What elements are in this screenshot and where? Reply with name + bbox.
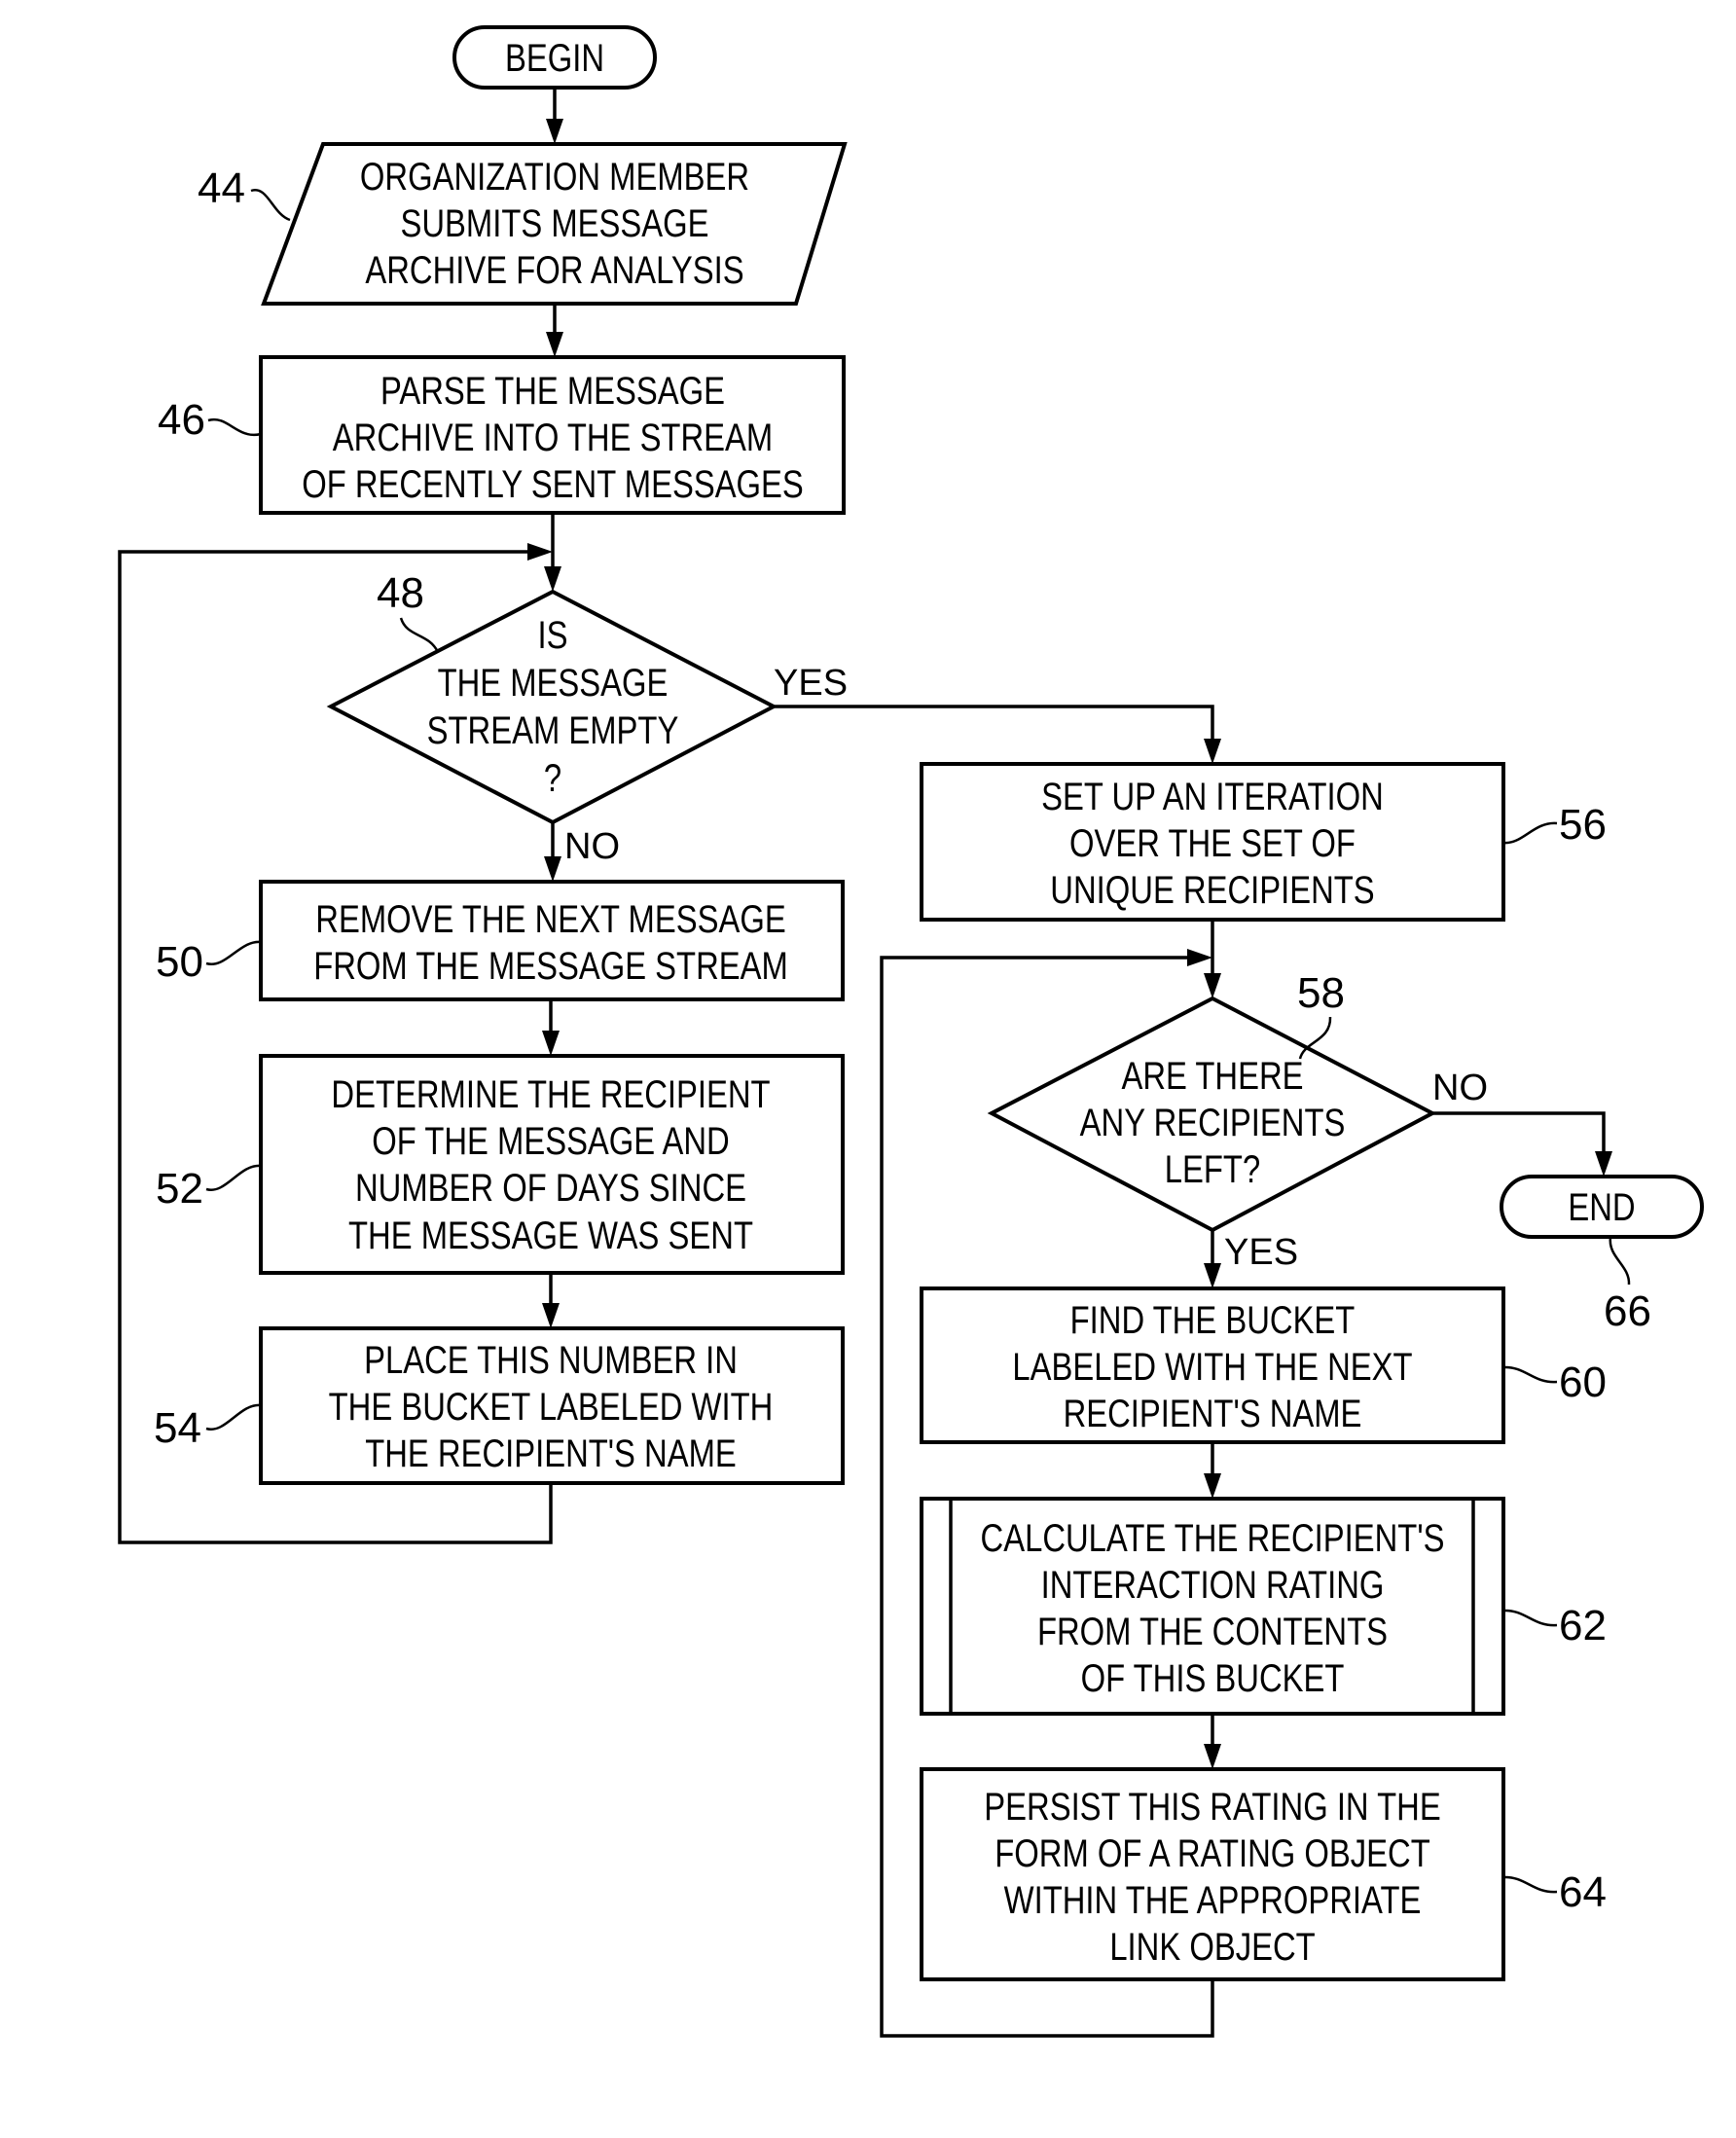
leader-46 bbox=[207, 417, 262, 437]
step-54-line: PLACE THIS NUMBER IN bbox=[364, 1338, 738, 1382]
step-56-line: OVER THE SET OF bbox=[1069, 821, 1356, 865]
step-44-input: ORGANIZATION MEMBER SUBMITS MESSAGE ARCH… bbox=[198, 142, 848, 306]
step-44-line: SUBMITS MESSAGE bbox=[400, 201, 708, 245]
ref-58: 58 bbox=[1297, 969, 1345, 1017]
branch-no-58: NO bbox=[1432, 1068, 1488, 1108]
step-64-line: LINK OBJECT bbox=[1109, 1925, 1315, 1969]
step-60-line: FIND THE BUCKET bbox=[1070, 1298, 1356, 1342]
leader-66 bbox=[1609, 1236, 1631, 1286]
begin-terminal: BEGIN bbox=[452, 25, 657, 90]
ref-66: 66 bbox=[1604, 1287, 1651, 1335]
branch-no-48: NO bbox=[564, 826, 620, 867]
arrow-head bbox=[546, 332, 563, 357]
step-60-line: RECIPIENT'S NAME bbox=[1064, 1392, 1362, 1435]
arrow-head bbox=[1204, 1744, 1221, 1769]
arrow-head bbox=[1595, 1151, 1612, 1177]
decision-58-line: ARE THERE bbox=[1121, 1054, 1303, 1098]
ref-54: 54 bbox=[154, 1404, 201, 1452]
leader-52 bbox=[205, 1164, 262, 1191]
step-46-line: ARCHIVE INTO THE STREAM bbox=[333, 416, 773, 459]
step-54-process: PLACE THIS NUMBER IN THE BUCKET LABELED … bbox=[154, 1326, 845, 1485]
step-60-line: LABELED WITH THE NEXT bbox=[1012, 1345, 1412, 1389]
ref-56: 56 bbox=[1559, 801, 1607, 849]
step-54-line: THE RECIPIENT'S NAME bbox=[365, 1431, 737, 1475]
leader-50 bbox=[205, 940, 262, 966]
arrow-head bbox=[1204, 739, 1221, 764]
end-terminal: END 66 bbox=[1500, 1175, 1704, 1335]
leader-44 bbox=[250, 189, 291, 222]
step-52-line: OF THE MESSAGE AND bbox=[372, 1119, 729, 1163]
leader-60 bbox=[1502, 1365, 1558, 1384]
step-52-process: DETERMINE THE RECIPIENT OF THE MESSAGE A… bbox=[156, 1054, 845, 1275]
decision-48-line: IS bbox=[538, 613, 568, 657]
connector-58-end bbox=[1432, 1111, 1606, 1170]
step-64-process: PERSIST THIS RATING IN THE FORM OF A RAT… bbox=[920, 1767, 1607, 1981]
arrow-head bbox=[527, 543, 553, 561]
decision-58-line: ANY RECIPIENTS bbox=[1080, 1101, 1346, 1144]
arrow-head bbox=[546, 119, 563, 144]
step-46-line: OF RECENTLY SENT MESSAGES bbox=[302, 462, 804, 506]
begin-label: BEGIN bbox=[505, 36, 604, 80]
branch-yes-58: YES bbox=[1224, 1232, 1298, 1273]
step-56-line: SET UP AN ITERATION bbox=[1041, 775, 1384, 818]
step-62-line: FROM THE CONTENTS bbox=[1037, 1610, 1388, 1653]
arrow-head bbox=[544, 856, 561, 882]
step-62-predefined-process: CALCULATE THE RECIPIENT'S INTERACTION RA… bbox=[920, 1497, 1607, 1716]
ref-44: 44 bbox=[198, 164, 245, 212]
step-64-line: FORM OF A RATING OBJECT bbox=[995, 1831, 1430, 1875]
step-44-line: ORGANIZATION MEMBER bbox=[360, 155, 749, 199]
ref-46: 46 bbox=[158, 396, 205, 444]
step-64-line: PERSIST THIS RATING IN THE bbox=[984, 1785, 1440, 1829]
step-56-process: SET UP AN ITERATION OVER THE SET OF UNIQ… bbox=[920, 762, 1607, 922]
step-50-line: FROM THE MESSAGE STREAM bbox=[313, 944, 788, 988]
arrow-head bbox=[542, 1303, 560, 1328]
decision-58: ARE THERE ANY RECIPIENTS LEFT? 58 NO YES bbox=[987, 969, 1488, 1273]
step-62-line: INTERACTION RATING bbox=[1041, 1563, 1385, 1607]
step-52-line: DETERMINE THE RECIPIENT bbox=[331, 1072, 770, 1116]
end-label: END bbox=[1568, 1185, 1635, 1229]
step-64-line: WITHIN THE APPROPRIATE bbox=[1004, 1878, 1422, 1922]
leader-56 bbox=[1502, 821, 1558, 845]
decision-48: IS THE MESSAGE STREAM EMPTY ? 48 YES NO bbox=[326, 569, 848, 867]
decision-58-line: LEFT? bbox=[1165, 1147, 1260, 1191]
leader-54 bbox=[205, 1403, 262, 1431]
connector-48-56 bbox=[774, 705, 1214, 757]
step-54-line: THE BUCKET LABELED WITH bbox=[329, 1385, 774, 1429]
arrow-head bbox=[1187, 949, 1212, 966]
arrow-head bbox=[544, 566, 561, 592]
ref-64: 64 bbox=[1559, 1868, 1607, 1916]
ref-52: 52 bbox=[156, 1165, 203, 1213]
step-62-line: OF THIS BUCKET bbox=[1081, 1656, 1345, 1700]
ref-60: 60 bbox=[1559, 1359, 1607, 1406]
step-52-line: THE MESSAGE WAS SENT bbox=[348, 1214, 753, 1257]
leader-62 bbox=[1502, 1609, 1558, 1627]
decision-48-line: ? bbox=[544, 756, 561, 800]
decision-48-line: STREAM EMPTY bbox=[427, 708, 679, 752]
leader-64 bbox=[1502, 1875, 1558, 1894]
step-44-line: ARCHIVE FOR ANALYSIS bbox=[365, 248, 743, 292]
step-52-line: NUMBER OF DAYS SINCE bbox=[355, 1166, 746, 1210]
ref-48: 48 bbox=[377, 569, 424, 617]
flowchart: BEGIN ORGANIZATION MEMBER SUBMITS MESSAG… bbox=[118, 25, 1704, 2038]
arrow-head bbox=[1204, 973, 1221, 998]
ref-62: 62 bbox=[1559, 1602, 1607, 1649]
step-50-line: REMOVE THE NEXT MESSAGE bbox=[315, 897, 785, 941]
arrow-head bbox=[1204, 1263, 1221, 1288]
step-46-process: PARSE THE MESSAGE ARCHIVE INTO THE STREA… bbox=[158, 355, 846, 515]
step-56-line: UNIQUE RECIPIENTS bbox=[1050, 868, 1374, 912]
leader-48 bbox=[399, 617, 440, 653]
branch-yes-48: YES bbox=[774, 663, 848, 704]
step-60-process: FIND THE BUCKET LABELED WITH THE NEXT RE… bbox=[920, 1286, 1607, 1444]
step-50-process: REMOVE THE NEXT MESSAGE FROM THE MESSAGE… bbox=[156, 880, 845, 1001]
decision-48-line: THE MESSAGE bbox=[438, 661, 669, 705]
step-46-line: PARSE THE MESSAGE bbox=[380, 369, 725, 413]
arrow-head bbox=[1204, 1473, 1221, 1499]
step-62-line: CALCULATE THE RECIPIENT'S bbox=[981, 1516, 1445, 1560]
arrow-head bbox=[542, 1031, 560, 1056]
ref-50: 50 bbox=[156, 938, 203, 986]
